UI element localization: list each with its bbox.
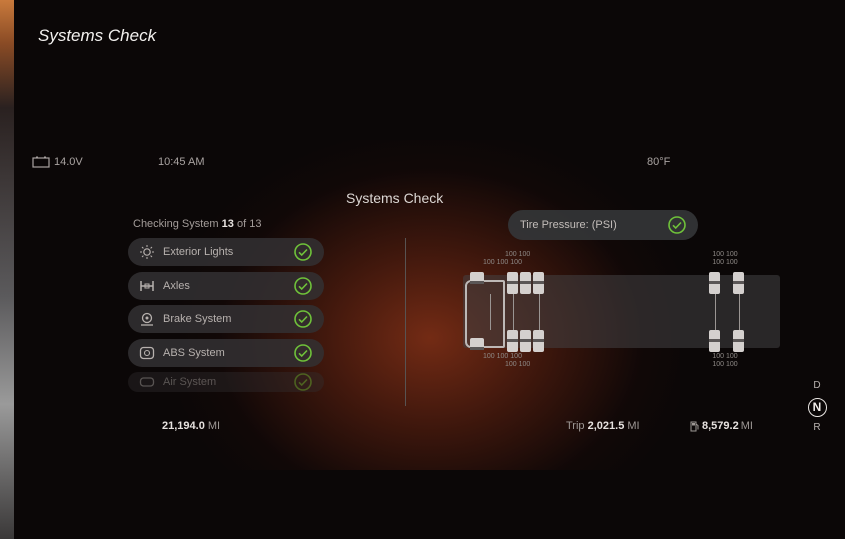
tire-value: 100 xyxy=(483,353,495,360)
tire-values-rear-bottom: 100 100 100 100 xyxy=(705,353,745,369)
tire-value: 100 xyxy=(510,259,522,266)
tire-values-front-bottom: 100 100 100 100 100 xyxy=(483,353,543,369)
clock-time: 10:45 AM xyxy=(158,156,205,168)
checking-progress: Checking System 13 of 13 xyxy=(133,218,261,230)
system-item-exterior-lights[interactable]: Exterior Lights xyxy=(128,238,324,266)
background-photo-strip xyxy=(0,0,14,539)
caption-title: Systems Check xyxy=(38,26,157,45)
tire-value: 100 xyxy=(712,361,725,368)
check-icon xyxy=(294,373,312,391)
tire-value: 100 xyxy=(518,361,531,368)
screen-title: Systems Check xyxy=(346,190,444,206)
system-item-air-system[interactable]: Air System xyxy=(128,372,324,392)
tire-value: 100 xyxy=(483,259,495,266)
fuel-range-value: 8,579.2 xyxy=(702,420,739,432)
tire xyxy=(470,338,484,350)
tire-value: 100 xyxy=(510,353,522,360)
tire-values-front-top: 100 100 100 100 100 xyxy=(483,251,543,267)
tire-value: 100 xyxy=(712,259,725,266)
tire-value: 100 xyxy=(496,259,509,266)
axle-line xyxy=(715,294,716,330)
checking-current: 13 xyxy=(221,218,234,230)
check-icon xyxy=(294,343,312,362)
gear-neutral-label: N xyxy=(807,398,827,417)
trip-meter: Trip 2,021.5 MI xyxy=(566,420,640,432)
system-label: Brake System xyxy=(163,313,232,325)
battery-icon xyxy=(32,156,50,168)
system-item-brake-system[interactable]: Brake System xyxy=(128,305,324,333)
checking-of: of xyxy=(236,218,247,230)
axle-line xyxy=(739,294,740,330)
check-icon xyxy=(294,243,312,261)
tire xyxy=(507,330,518,352)
axle-line xyxy=(513,294,514,330)
trip-label: Trip xyxy=(566,420,585,432)
tire xyxy=(533,272,544,294)
tire xyxy=(709,272,720,294)
axle-icon xyxy=(139,279,155,293)
gear-drive: D xyxy=(813,380,821,391)
gear-reverse: R xyxy=(813,422,821,433)
brake-icon xyxy=(139,312,155,326)
checking-total: 13 xyxy=(249,218,262,230)
gear-neutral-selected: N xyxy=(806,398,828,418)
tire-values-rear-top: 100 100 100 100 xyxy=(705,251,745,267)
system-item-axles[interactable]: Axles xyxy=(128,271,324,300)
tire xyxy=(733,272,744,294)
system-label: ABS System xyxy=(163,346,225,359)
check-icon xyxy=(294,276,312,295)
tire-value: 100 xyxy=(725,361,738,368)
check-icon xyxy=(668,216,686,234)
tire-value: 100 xyxy=(725,353,738,360)
tire xyxy=(533,330,544,352)
checking-prefix: Checking System xyxy=(133,218,219,230)
fuel-range-unit: MI xyxy=(740,420,753,432)
abs-icon xyxy=(139,346,155,360)
outside-temperature: 80°F xyxy=(647,156,671,168)
systems-list: Exterior Lights Axles Brake System ABS S… xyxy=(128,238,324,398)
tire-value: 100 xyxy=(725,259,738,266)
odometer-unit: MI xyxy=(207,420,221,432)
tire xyxy=(520,272,531,294)
tire-value: 100 xyxy=(712,251,725,258)
tire xyxy=(470,272,484,284)
tire-value: 100 xyxy=(518,251,531,258)
odometer-value: 21,194.0 xyxy=(162,420,205,432)
odometer: 21,194.0 MI xyxy=(162,420,220,432)
tire xyxy=(733,330,744,352)
system-item-abs-system[interactable]: ABS System xyxy=(128,338,324,367)
tire-value: 100 xyxy=(725,251,738,258)
tire-value: 100 xyxy=(505,361,517,368)
fuel-pump-icon xyxy=(690,421,699,431)
tire-value: 100 xyxy=(712,353,725,360)
fuel-range: 8,579.2 MI xyxy=(690,420,753,432)
axle-line xyxy=(490,294,491,330)
tire xyxy=(507,272,518,294)
axle-line xyxy=(539,294,540,330)
tire-pressure-label: Tire Pressure: (PSI) xyxy=(520,219,617,231)
battery-status: 14.0V xyxy=(32,156,83,168)
trip-value: 2,021.5 xyxy=(587,420,625,432)
tire-value: 100 xyxy=(496,353,509,360)
air-system-icon xyxy=(139,375,155,389)
exterior-lights-icon xyxy=(139,245,155,259)
check-icon xyxy=(294,310,312,328)
tire xyxy=(709,330,720,352)
trip-unit: MI xyxy=(627,420,640,432)
panel-divider xyxy=(405,238,406,406)
system-label: Air System xyxy=(163,376,217,388)
tire-value: 100 xyxy=(505,251,517,258)
tire-pressure-header[interactable]: Tire Pressure: (PSI) xyxy=(508,210,698,240)
system-label: Exterior Lights xyxy=(163,246,234,258)
system-label: Axles xyxy=(163,279,190,292)
battery-voltage: 14.0V xyxy=(54,156,83,168)
tire xyxy=(520,330,531,352)
